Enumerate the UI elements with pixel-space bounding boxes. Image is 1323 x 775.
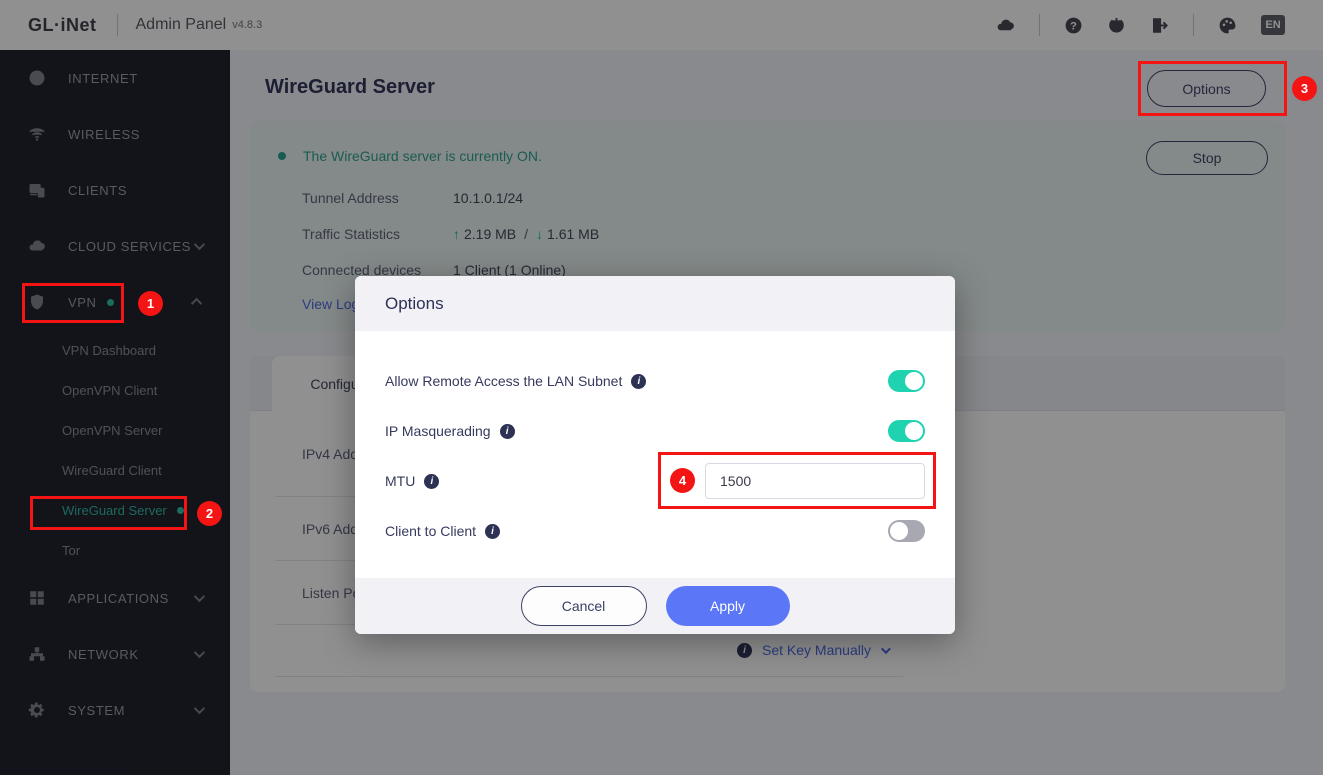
client-to-client-text: Client to Client — [385, 523, 476, 539]
admin-panel-app: GL·iNet Admin Panel v4.8.3 ? EN INTERNET… — [0, 0, 1323, 775]
toggle-knob — [890, 522, 908, 540]
mtu-label: MTU i — [385, 473, 439, 489]
annotation-badge-3: 3 — [1292, 76, 1317, 101]
client-to-client-row: Client to Client i — [385, 506, 925, 556]
allow-remote-access-text: Allow Remote Access the LAN Subnet — [385, 373, 622, 389]
client-to-client-toggle[interactable] — [888, 520, 925, 542]
cancel-button[interactable]: Cancel — [521, 586, 647, 626]
info-icon[interactable]: i — [631, 374, 646, 389]
allow-remote-access-row: Allow Remote Access the LAN Subnet i — [385, 356, 925, 406]
ip-masquerading-row: IP Masquerading i — [385, 406, 925, 456]
apply-button[interactable]: Apply — [666, 586, 790, 626]
ip-masquerading-text: IP Masquerading — [385, 423, 491, 439]
modal-title: Options — [355, 276, 955, 331]
annotation-badge-1: 1 — [138, 291, 163, 316]
toggle-knob — [905, 372, 923, 390]
ip-masquerading-label: IP Masquerading i — [385, 423, 515, 439]
allow-remote-access-label: Allow Remote Access the LAN Subnet i — [385, 373, 646, 389]
modal-footer: Cancel Apply — [355, 578, 955, 634]
annotation-box-wireguard-server — [30, 496, 187, 530]
annotation-box-mtu — [658, 452, 936, 509]
info-icon[interactable]: i — [500, 424, 515, 439]
allow-remote-access-toggle[interactable] — [888, 370, 925, 392]
toggle-knob — [905, 422, 923, 440]
annotation-badge-4: 4 — [670, 468, 695, 493]
annotation-box-options — [1138, 61, 1287, 116]
annotation-box-vpn — [22, 283, 124, 323]
client-to-client-label: Client to Client i — [385, 523, 500, 539]
annotation-badge-2: 2 — [197, 501, 222, 526]
mtu-text: MTU — [385, 473, 415, 489]
info-icon[interactable]: i — [424, 474, 439, 489]
ip-masquerading-toggle[interactable] — [888, 420, 925, 442]
info-icon[interactable]: i — [485, 524, 500, 539]
